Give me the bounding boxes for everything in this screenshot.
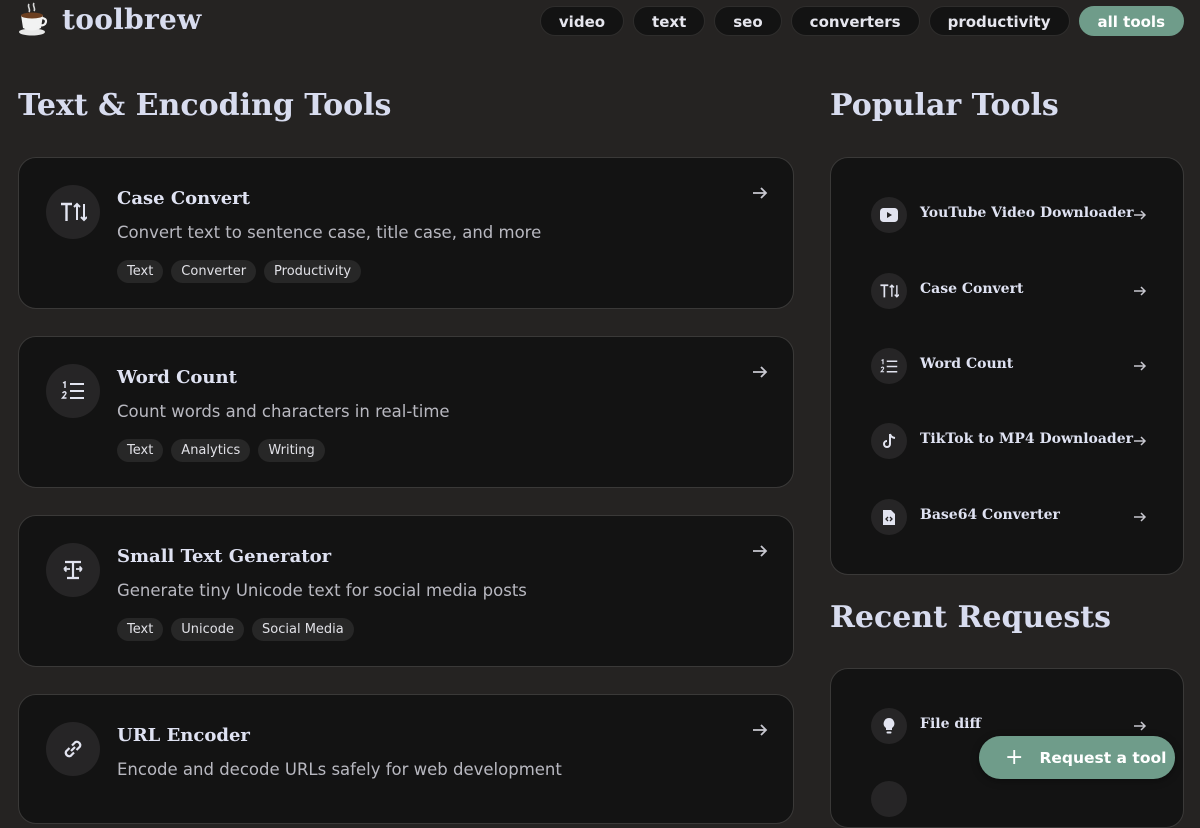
arrow-right-icon	[753, 545, 768, 557]
lightbulb-icon	[871, 708, 907, 744]
nav-pill-text[interactable]: text	[633, 6, 706, 36]
brand-logo[interactable]: toolbrew	[18, 2, 202, 36]
text-case-icon	[871, 273, 907, 309]
tag[interactable]: Writing	[258, 439, 325, 462]
code-file-icon	[871, 499, 907, 535]
coffee-cup-icon	[18, 2, 48, 36]
recent-requests-title: Recent Requests	[830, 600, 1112, 635]
category-nav: video text seo converters productivity a…	[539, 6, 1184, 36]
request-tool-button[interactable]: + Request a tool	[979, 736, 1175, 779]
arrow-right-icon	[1134, 286, 1147, 296]
arrow-right-icon	[1134, 512, 1147, 522]
arrow-right-icon	[753, 187, 768, 199]
nav-pill-converters[interactable]: converters	[790, 6, 920, 36]
arrow-right-icon	[1134, 210, 1147, 220]
tag[interactable]: Text	[117, 439, 164, 462]
tag[interactable]: Converter	[171, 260, 257, 283]
brand-name: toolbrew	[62, 2, 202, 36]
popular-item-label: YouTube Video Downloader	[920, 205, 1134, 221]
tag[interactable]: Text	[117, 260, 164, 283]
small-text-icon	[46, 543, 100, 597]
tool-card-title: Word Count	[117, 367, 237, 388]
popular-item-word-count[interactable]: Word Count	[871, 348, 1147, 384]
nav-pill-video[interactable]: video	[539, 6, 625, 36]
request-tool-label: Request a tool	[1039, 748, 1167, 767]
nav-pill-seo[interactable]: seo	[714, 6, 782, 36]
tool-card-title: Small Text Generator	[117, 546, 332, 567]
tool-card-description: Generate tiny Unicode text for social me…	[117, 581, 527, 600]
popular-item-tiktok-to-mp4-downloader[interactable]: TikTok to MP4 Downloader	[871, 423, 1147, 459]
tag[interactable]: Social Media	[252, 618, 354, 641]
popular-item-youtube-video-downloader[interactable]: YouTube Video Downloader	[871, 197, 1147, 233]
youtube-icon	[871, 197, 907, 233]
recent-item-icon	[871, 781, 907, 817]
link-icon	[46, 722, 100, 776]
tool-card-word-count[interactable]: Word Count Count words and characters in…	[18, 336, 794, 488]
tag[interactable]: Unicode	[171, 618, 245, 641]
tag-list: Text Analytics Writing	[117, 439, 325, 462]
tool-card-small-text-generator[interactable]: Small Text Generator Generate tiny Unico…	[18, 515, 794, 667]
tool-card-title: Case Convert	[117, 188, 250, 209]
plus-icon: +	[1005, 744, 1024, 770]
popular-item-label: Word Count	[920, 356, 1014, 372]
popular-tools-panel: YouTube Video Downloader Case Convert Wo…	[830, 157, 1184, 575]
tool-card-description: Convert text to sentence case, title cas…	[117, 223, 542, 242]
tool-card-description: Encode and decode URLs safely for web de…	[117, 760, 562, 779]
arrow-right-icon	[1134, 721, 1147, 731]
numbered-list-icon	[871, 348, 907, 384]
top-header: toolbrew video text seo converters produ…	[0, 0, 1200, 44]
tool-card-title: URL Encoder	[117, 725, 250, 746]
nav-pill-all-tools[interactable]: all tools	[1078, 6, 1184, 36]
tool-card-case-convert[interactable]: Case Convert Convert text to sentence ca…	[18, 157, 794, 309]
popular-item-label: Base64 Converter	[920, 507, 1060, 523]
tag-list: Text Unicode Social Media	[117, 618, 354, 641]
tiktok-icon	[871, 423, 907, 459]
tag[interactable]: Analytics	[171, 439, 251, 462]
popular-tools-title: Popular Tools	[830, 88, 1059, 123]
popular-item-label: TikTok to MP4 Downloader	[920, 431, 1133, 447]
arrow-right-icon	[753, 724, 768, 736]
recent-item-label: File diff	[920, 716, 981, 732]
arrow-right-icon	[1134, 436, 1147, 446]
text-case-icon	[46, 185, 100, 239]
numbered-list-icon	[46, 364, 100, 418]
tag[interactable]: Text	[117, 618, 164, 641]
popular-item-case-convert[interactable]: Case Convert	[871, 273, 1147, 309]
tool-card-description: Count words and characters in real-time	[117, 402, 450, 421]
arrow-right-icon	[1134, 361, 1147, 371]
nav-pill-productivity[interactable]: productivity	[928, 6, 1070, 36]
popular-item-label: Case Convert	[920, 281, 1024, 297]
arrow-right-icon	[753, 366, 768, 378]
tag-list: Text Converter Productivity	[117, 260, 362, 283]
popular-item-base64-converter[interactable]: Base64 Converter	[871, 499, 1147, 535]
tag[interactable]: Productivity	[264, 260, 362, 283]
tool-card-url-encoder[interactable]: URL Encoder Encode and decode URLs safel…	[18, 694, 794, 824]
main-section-title: Text & Encoding Tools	[18, 88, 392, 123]
